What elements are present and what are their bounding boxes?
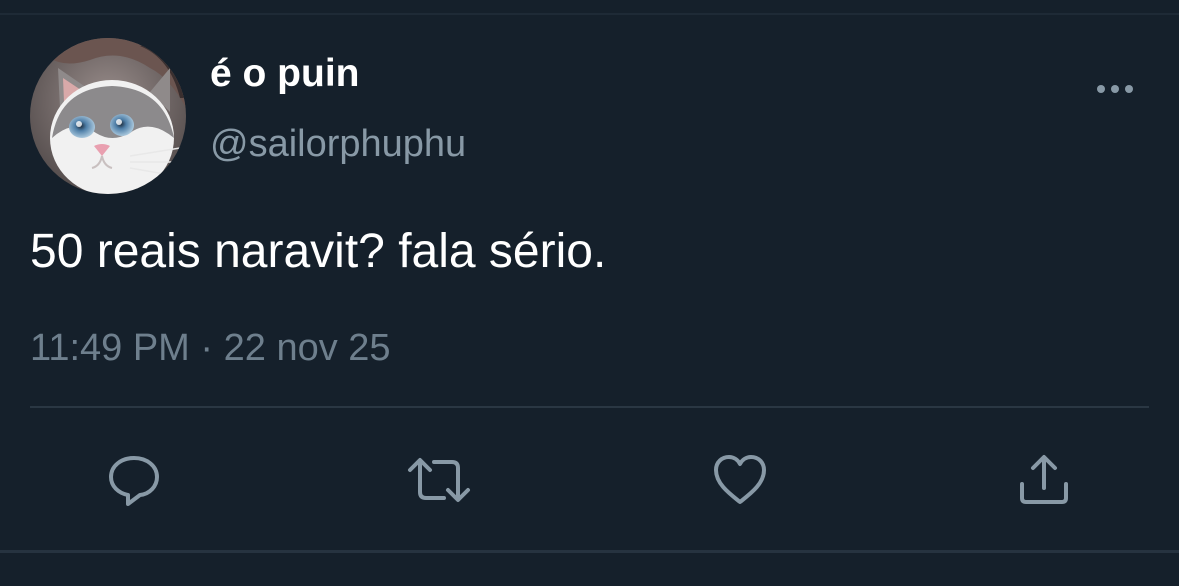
reply-bubble-icon[interactable]	[104, 450, 164, 510]
tweet-text: 50 reais naravit? fala sério.	[30, 225, 607, 278]
tweet-meta: 11:49 PM · 22 nov 25	[30, 326, 391, 370]
heart-icon[interactable]	[710, 450, 770, 510]
tweet-time[interactable]: 11:49 PM	[30, 327, 190, 369]
avatar-cat-image	[30, 38, 186, 194]
avatar[interactable]	[30, 38, 186, 194]
top-divider	[0, 0, 1179, 15]
action-divider	[30, 406, 1149, 408]
retweet-icon[interactable]	[406, 450, 470, 510]
share-upload-icon[interactable]	[1014, 450, 1074, 510]
bottom-divider	[0, 550, 1179, 553]
tweet-date[interactable]: 22 nov 25	[224, 327, 391, 369]
meta-separator: ·	[200, 327, 214, 369]
display-name[interactable]: é o puin	[210, 52, 360, 96]
user-handle[interactable]: @sailorphuphu	[210, 122, 466, 166]
tweet-detail: é o puin @sailorphuphu 50 reais naravit?…	[0, 0, 1179, 586]
more-horizontal-icon[interactable]	[1093, 78, 1137, 100]
